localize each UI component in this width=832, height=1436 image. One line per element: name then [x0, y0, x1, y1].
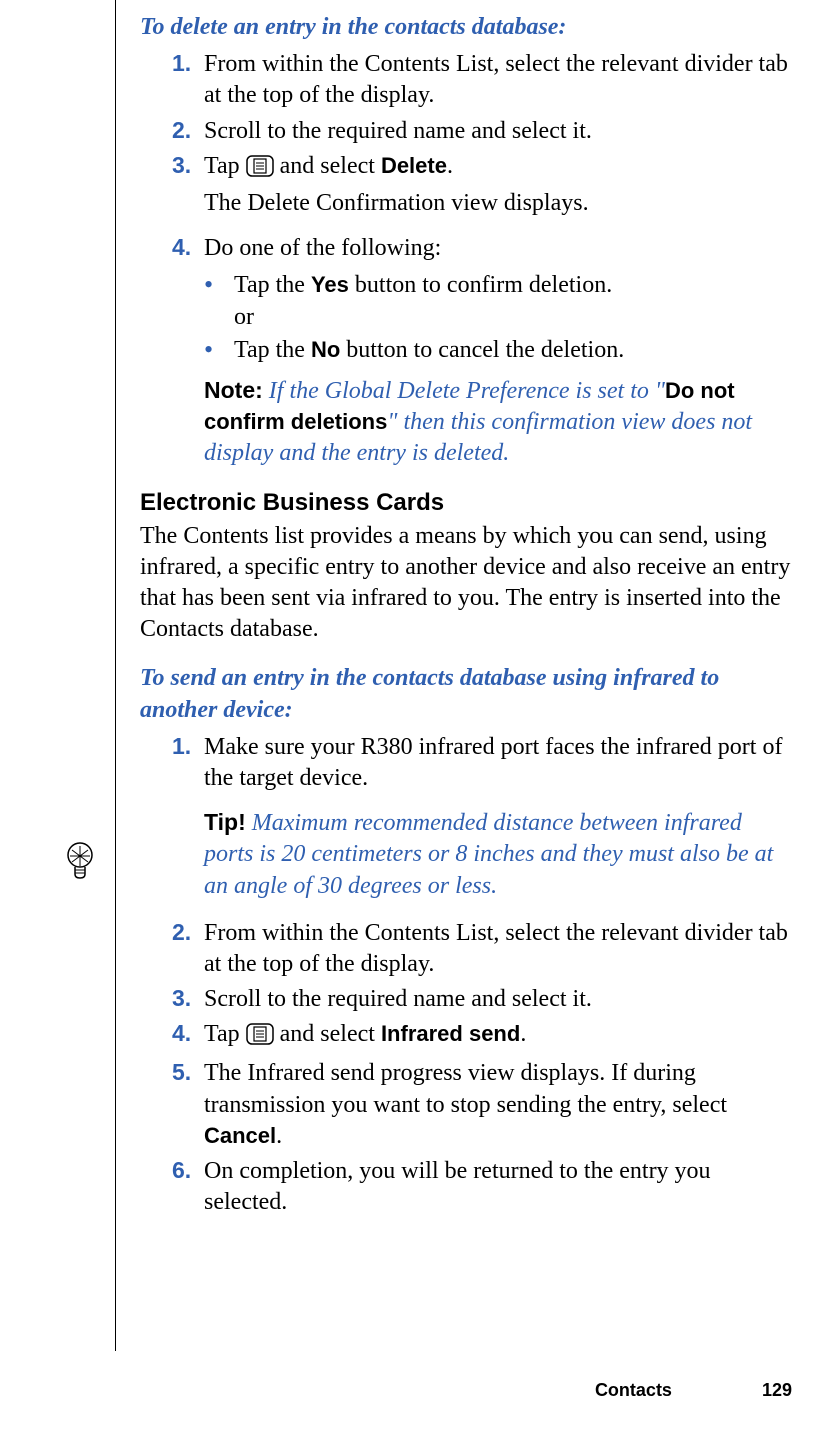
delete-steps: 1. From within the Contents List, select… — [140, 49, 792, 469]
step-text: Do one of the following: — [204, 235, 441, 261]
menu-icon — [246, 155, 274, 186]
bullet-item: Tap the Yes button to confirm deletion. … — [204, 270, 792, 332]
step-item: 3. Scroll to the required name and selec… — [140, 984, 792, 1015]
step-number: 1. — [172, 732, 191, 762]
step-number: 2. — [172, 918, 191, 948]
step-item: 1. Make sure your R380 infrared port fac… — [140, 732, 792, 902]
step-text: On completion, you will be returned to t… — [204, 1158, 711, 1215]
step-number: 4. — [172, 1019, 191, 1049]
step-text: Make sure your R380 infrared port faces … — [204, 734, 782, 791]
step-item: 6. On completion, you will be returned t… — [140, 1156, 792, 1218]
tip-body: Maximum recommended distance between inf… — [204, 810, 773, 898]
footer-section: Contacts — [595, 1380, 672, 1400]
vertical-rule — [115, 0, 116, 1351]
step-number: 3. — [172, 151, 191, 181]
lightbulb-icon — [65, 842, 95, 887]
ebc-heading: Electronic Business Cards — [140, 487, 792, 518]
step-text: From within the Contents List, select th… — [204, 920, 788, 977]
content-area: To delete an entry in the contacts datab… — [140, 0, 792, 1218]
note-body: If the Global Delete Preference is set t… — [269, 378, 665, 404]
step-text: Scroll to the required name and select i… — [204, 118, 592, 144]
delete-heading: To delete an entry in the contacts datab… — [140, 12, 792, 43]
step-item: 5. The Infrared send progress view displ… — [140, 1058, 792, 1152]
step-number: 1. — [172, 49, 191, 79]
step-item: 2. From within the Contents List, select… — [140, 918, 792, 980]
menu-icon — [246, 1023, 274, 1054]
step-number: 5. — [172, 1058, 191, 1088]
send-steps-1: 1. Make sure your R380 infrared port fac… — [140, 732, 792, 902]
step-number: 2. — [172, 116, 191, 146]
note-block: Note: If the Global Delete Preference is… — [204, 376, 792, 470]
footer: Contacts 129 — [595, 1380, 792, 1401]
note-label: Note: — [204, 377, 263, 403]
step-item: 4. Do one of the following: Tap the Yes … — [140, 233, 792, 469]
bullet-extra: or — [234, 302, 792, 333]
step-item: 3. Tap and select Delete. The Delete Con… — [140, 151, 792, 219]
step-continuation: The Delete Confirmation view displays. — [204, 188, 792, 219]
send-heading: To send an entry in the contacts databas… — [140, 663, 792, 725]
ebc-paragraph: The Contents list provides a means by wh… — [140, 521, 792, 646]
bullet-item: Tap the No button to cancel the deletion… — [204, 335, 792, 366]
footer-page: 129 — [762, 1380, 792, 1400]
step-text: Tap and select Infrared send. — [204, 1021, 526, 1047]
tip-block: Tip! Maximum recommended distance betwee… — [204, 808, 792, 902]
step-text: The Infrared send progress view displays… — [204, 1060, 727, 1148]
send-steps-2: 2. From within the Contents List, select… — [140, 918, 792, 1219]
page: To delete an entry in the contacts datab… — [0, 0, 832, 1436]
step-item: 1. From within the Contents List, select… — [140, 49, 792, 111]
step-number: 6. — [172, 1156, 191, 1186]
step-text: Scroll to the required name and select i… — [204, 986, 592, 1012]
step-text: Tap and select Delete. — [204, 153, 453, 179]
step-number: 3. — [172, 984, 191, 1014]
tip-label: Tip! — [204, 809, 246, 835]
step-item: 4. Tap and select Infrared send. — [140, 1019, 792, 1054]
delete-options: Tap the Yes button to confirm deletion. … — [204, 270, 792, 366]
step-text: From within the Contents List, select th… — [204, 51, 788, 108]
step-item: 2. Scroll to the required name and selec… — [140, 116, 792, 147]
step-number: 4. — [172, 233, 191, 263]
